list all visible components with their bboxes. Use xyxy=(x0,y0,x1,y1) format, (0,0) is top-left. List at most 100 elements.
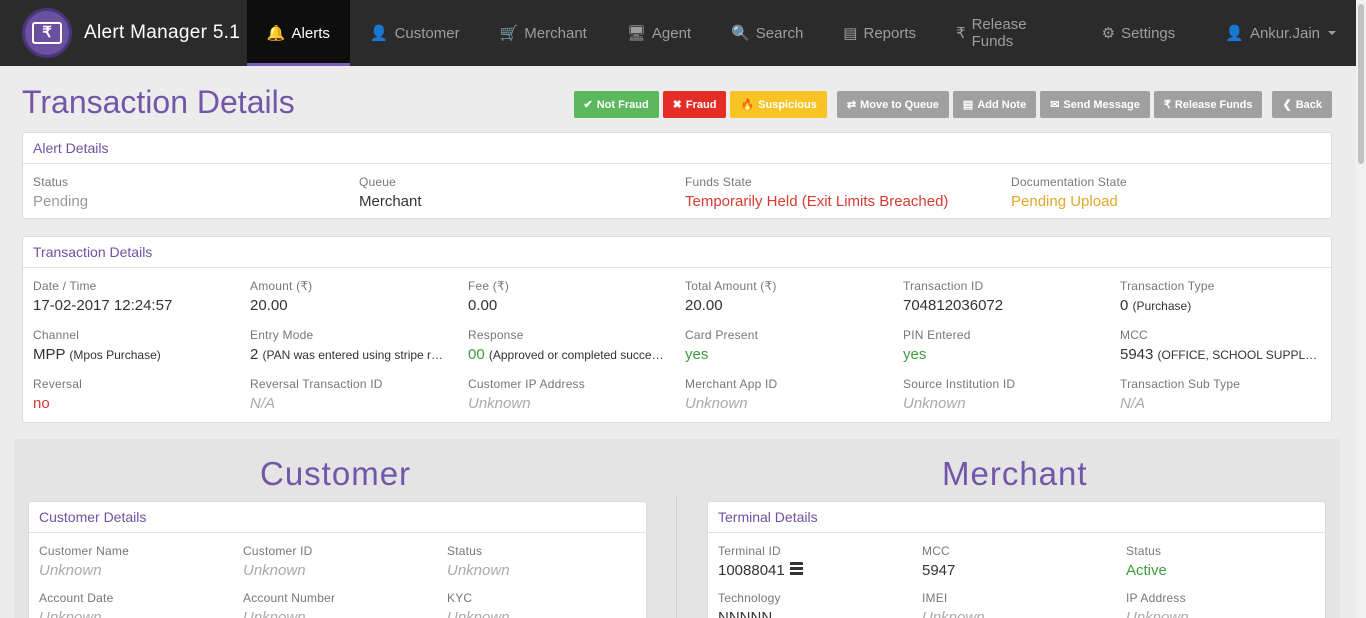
customer-id-value: Unknown xyxy=(243,562,306,579)
pin-entered-value: yes xyxy=(903,346,927,363)
response-code[interactable]: 00 xyxy=(468,346,485,363)
note-icon: ▤ xyxy=(962,99,974,111)
panel-heading: Terminal Details xyxy=(708,502,1325,533)
user-icon: 👤 xyxy=(369,25,389,42)
field-label: Transaction ID xyxy=(903,279,984,293)
nav-label: Alerts xyxy=(291,24,330,42)
nav-settings[interactable]: ⚙ Settings xyxy=(1082,0,1196,66)
technology-field: Technology NNNNN xyxy=(718,591,908,618)
field-label: Response xyxy=(468,328,524,342)
funds-state-field: Funds State Temporarily Held (Exit Limit… xyxy=(685,175,995,210)
nav-customer[interactable]: 👤 Customer xyxy=(350,0,480,66)
terminal-mcc-field: MCC 5947 xyxy=(922,544,1112,579)
release-funds-button[interactable]: ₹ Release Funds xyxy=(1153,91,1263,118)
nav-label: Reports xyxy=(863,24,917,42)
field-label: Reversal Transaction ID xyxy=(250,377,383,391)
fire-icon: 🔥 xyxy=(740,99,755,111)
field-label: Customer Name xyxy=(39,544,129,558)
source-institution-id-field: Source Institution ID Unknown xyxy=(903,377,1103,412)
envelope-icon: ✉ xyxy=(1050,99,1060,111)
field-label: IP Address xyxy=(1126,591,1186,605)
field-label: Technology xyxy=(718,591,781,605)
bell-icon: 🔔 xyxy=(266,25,286,42)
check-icon: ✔ xyxy=(583,99,593,111)
field-label: Status xyxy=(33,175,69,189)
rupee-icon: ₹ xyxy=(1163,99,1171,111)
field-label: Merchant App ID xyxy=(685,377,778,391)
nav-agent[interactable]: 🖥 Agent xyxy=(607,0,711,66)
field-label: Reversal xyxy=(33,377,82,391)
total-amount-field: Total Amount (₹) 20.00 xyxy=(685,279,885,314)
top-navbar: ₹ Alert Manager 5.1 🔔 Alerts 👤 Customer … xyxy=(0,0,1356,66)
field-label: Funds State xyxy=(685,175,752,189)
nav-search[interactable]: 🔍 Search xyxy=(711,0,823,66)
customer-id-field: Customer ID Unknown xyxy=(243,544,433,579)
channel-field: Channel MPP (Mpos Purchase) xyxy=(33,328,233,363)
alert-status-field: Status Pending xyxy=(33,175,333,210)
customer-section-title: Customer xyxy=(260,455,412,492)
card-present-field: Card Present yes xyxy=(685,328,885,363)
panel-heading: Transaction Details xyxy=(23,237,1331,268)
button-label: Suspicious xyxy=(758,98,817,111)
channel-desc: (Mpos Purchase) xyxy=(69,348,161,362)
alert-details-panel: Alert Details Status Pending Queue Merch… xyxy=(22,132,1332,219)
customer-status-value: Unknown xyxy=(447,562,510,579)
brand[interactable]: ₹ Alert Manager 5.1 xyxy=(0,0,247,66)
field-label: MCC xyxy=(922,544,950,558)
transaction-type-code[interactable]: 0 xyxy=(1120,297,1129,314)
terminal-status-field: Status Active xyxy=(1126,544,1316,579)
monitor-icon: 🖥 xyxy=(626,25,646,42)
entry-mode-code[interactable]: 2 xyxy=(250,346,259,363)
main-content: Transaction Details ✔ Not Fraud ✖ Fraud … xyxy=(0,66,1356,618)
response-desc: (Approved or completed succe… xyxy=(488,348,664,362)
nav-alerts[interactable]: 🔔 Alerts xyxy=(246,0,350,66)
amount-field: Amount (₹) 20.00 xyxy=(250,279,450,314)
add-note-button[interactable]: ▤ Add Note xyxy=(952,91,1037,118)
field-label: Entry Mode xyxy=(250,328,314,342)
times-icon: ✖ xyxy=(672,99,682,111)
server-icon[interactable] xyxy=(789,562,803,576)
nav-label: Customer xyxy=(394,24,460,42)
suspicious-button[interactable]: 🔥 Suspicious xyxy=(730,91,827,118)
exchange-icon: ⇄ xyxy=(846,99,857,111)
technology-value: NNNNN xyxy=(718,609,773,618)
back-button[interactable]: ❮ Back xyxy=(1272,91,1332,118)
nav-reports[interactable]: ▤ Reports xyxy=(823,0,936,66)
send-message-button[interactable]: ✉ Send Message xyxy=(1040,91,1150,118)
transaction-id-value: 704812036072 xyxy=(903,297,1004,314)
field-label: Total Amount (₹) xyxy=(685,279,777,293)
mcc-code[interactable]: 5943 xyxy=(1120,346,1154,363)
field-label: Amount (₹) xyxy=(250,279,313,293)
nav-merchant[interactable]: 🛒 Merchant xyxy=(480,0,607,66)
imei-field: IMEI Unknown xyxy=(922,591,1112,618)
move-to-queue-button[interactable]: ⇄ Move to Queue xyxy=(836,91,949,118)
field-label: Status xyxy=(447,544,483,558)
terminal-mcc-code[interactable]: 5947 xyxy=(922,562,956,579)
customer-name-value: Unknown xyxy=(39,562,102,579)
terminal-mcc-value: 5947 xyxy=(922,562,1112,579)
ip-address-value: Unknown xyxy=(1126,609,1189,618)
page-scrollbar[interactable] xyxy=(1356,0,1366,618)
queue-value[interactable]: Merchant xyxy=(359,193,659,210)
transaction-type-value: 0 (Purchase) xyxy=(1120,297,1325,314)
field-label: Date / Time xyxy=(33,279,97,293)
nav-label: Search xyxy=(755,24,804,42)
transaction-type-desc: (Purchase) xyxy=(1132,299,1192,313)
rupee-icon: ₹ xyxy=(956,25,966,42)
customer-merchant-section: Customer Merchant Customer Details Custo… xyxy=(14,439,1340,618)
page-title: Transaction Details xyxy=(22,84,295,120)
field-label: PIN Entered xyxy=(903,328,971,342)
fraud-button[interactable]: ✖ Fraud xyxy=(662,91,727,118)
panel-heading: Alert Details xyxy=(23,133,1331,164)
user-menu[interactable]: 👤 Ankur.Jain xyxy=(1205,0,1356,66)
documentation-state-field: Documentation State Pending Upload xyxy=(1011,175,1311,210)
scrollbar-thumb[interactable] xyxy=(1358,4,1364,164)
date-time-field: Date / Time 17-02-2017 12:24:57 xyxy=(33,279,233,314)
button-label: Send Message xyxy=(1063,98,1140,111)
user-name: Ankur.Jain xyxy=(1249,24,1320,42)
field-label: MCC xyxy=(1120,328,1148,342)
entry-mode-field: Entry Mode 2 (PAN was entered using stri… xyxy=(250,328,450,363)
channel-code[interactable]: MPP xyxy=(33,346,66,363)
nav-release-funds[interactable]: ₹ Release Funds xyxy=(936,0,1082,66)
not-fraud-button[interactable]: ✔ Not Fraud xyxy=(573,91,659,118)
